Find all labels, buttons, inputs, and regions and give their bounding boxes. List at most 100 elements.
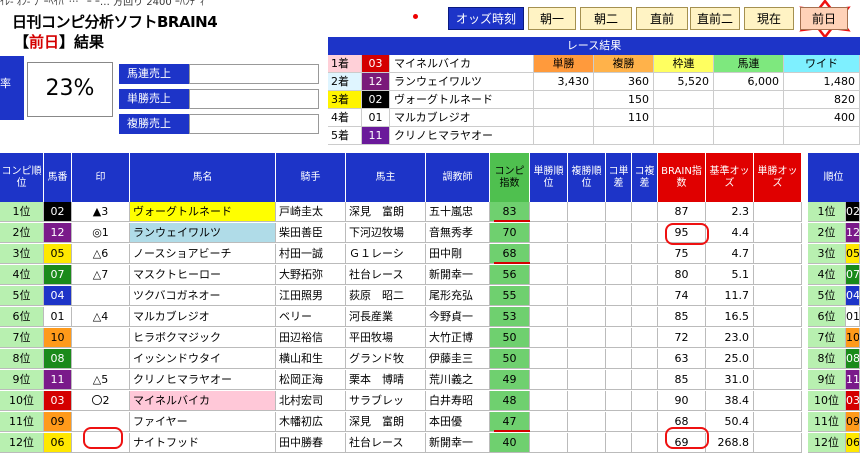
cell-compi-index: 50 [490,349,530,369]
cell-brain-index: 90 [658,391,706,411]
cell-co-tan-diff [606,307,632,327]
table-row[interactable]: 11位 09 ファイヤー 木幡初広 深見 富朗 本田優 47 68 50.4 11位 09 [0,412,860,432]
cell-compi-rank: 10位 [0,391,44,411]
status-dot [413,14,418,19]
cell-horse-name[interactable]: ランウェイワルツ [130,223,276,243]
table-row[interactable]: 9位 11 △5 クリノヒマラヤオー 松岡正海 栗本 博晴 荒川義之 49 85 31.0 9位 11 [0,370,860,390]
result-tansho-value [534,127,594,145]
cell-horse-name[interactable]: ファイヤー [130,412,276,432]
table-row[interactable]: 2位 12 ◎1 ランウェイワルツ 柴田善臣 下河辺牧場 音無秀孝 70 95 4.4 2位 12 [0,223,860,243]
cell-horse-num: 11 [44,370,72,390]
cell-base-odds: 4.7 [706,244,754,264]
tansho-sales-value [189,89,319,109]
cell-horse-name[interactable]: ヒラボクマジック [130,328,276,348]
header-tansho-odds: 単勝オッズ [754,153,802,202]
cell-owner: グランド牧 [346,349,426,369]
cell-fukusho-rank [568,307,606,327]
result-col-wide: ワイド [784,55,860,73]
result-horse-name: ヴォーグトルネード [390,91,534,109]
header-tansho-rank: 単勝順位 [530,153,568,202]
app-title: 日刊コンピ分析ソフトBRAIN4 [12,13,218,31]
table-row[interactable]: 7位 10 ヒラボクマジック 田辺裕信 平田牧場 大竹正博 50 72 23.0 7位 10 [0,328,860,348]
cell-tansho-rank [530,307,568,327]
cell-tansho-odds [754,202,802,222]
cell-jockey: 北村宏司 [276,391,346,411]
table-row[interactable]: 4位 07 △7 マスクトヒーロー 大野拓弥 社台レース 新開幸一 56 80 5.1 4位 07 [0,265,860,285]
cell-tansho-rank [530,223,568,243]
cell-trainer: 伊藤圭三 [426,349,490,369]
cell-rank: 4位 [808,265,846,285]
cell-rank-num: 12 [846,223,860,243]
cell-co-fuku-diff [632,265,658,285]
cell-compi-rank: 12位 [0,433,44,453]
cell-horse-name[interactable]: イッシンドウタイ [130,349,276,369]
header-base-odds: 基準オッズ [706,153,754,202]
cell-mark: △7 [72,265,130,285]
cell-horse-num: 02 [44,202,72,222]
fukusho-sales-button[interactable]: 複勝売上 [119,114,189,134]
cell-brain-index: 74 [658,286,706,306]
cell-rank-num: 11 [846,370,860,390]
cell-owner: サラブレッ [346,391,426,411]
cell-horse-name[interactable]: クリノヒマラヤオー [130,370,276,390]
odds-chokuzen2-button[interactable]: 直前二 [690,7,740,30]
cell-brain-index: 75 [658,244,706,264]
result-place: 1着 [328,55,362,73]
result-place: 4着 [328,109,362,127]
table-row[interactable]: 5位 04 ツクバコガネオー 江田照男 荻原 昭二 尾形充弘 55 74 11.7 5位 04 [0,286,860,306]
header-jockey: 騎手 [276,153,346,202]
cell-horse-name[interactable]: マイネルバイカ [130,391,276,411]
result-tansho-value [534,91,594,109]
cell-fukusho-rank [568,265,606,285]
odds-asani-button[interactable]: 朝二 [580,7,632,30]
cell-horse-num: 09 [44,412,72,432]
odds-asaichi-button[interactable]: 朝一 [528,7,576,30]
cell-trainer: 本田優 [426,412,490,432]
cell-horse-name[interactable]: ヴォーグトルネード [130,202,276,222]
result-wide-value: 400 [784,109,860,127]
cell-base-odds: 23.0 [706,328,754,348]
cell-horse-name[interactable]: マスクトヒーロー [130,265,276,285]
table-row[interactable]: 6位 01 △4 マルカブレジオ ベリー 河長産業 今野貞一 53 85 16.5 6位 01 [0,307,860,327]
cell-horse-name[interactable]: ナイトフッド [130,433,276,453]
cell-horse-num: 01 [44,307,72,327]
table-row[interactable]: 12位 06 ナイトフッド 田中勝春 社台レース 新開幸一 40 69 268.8 12位 06 [0,433,860,453]
result-col-wakuren: 枠連 [654,55,714,73]
odds-zenjitsu-button[interactable]: 前日 [800,7,848,30]
cell-fukusho-rank [568,244,606,264]
cell-jockey: ベリー [276,307,346,327]
cell-rank-num: 04 [846,286,860,306]
table-row[interactable]: 10位 03 〇2 マイネルバイカ 北村宏司 サラブレッ 白井寿昭 48 90 38.4 10位 03 [0,391,860,411]
cell-rank-num: 03 [846,391,860,411]
cell-brain-index: 72 [658,328,706,348]
cell-trainer: 荒川義之 [426,370,490,390]
header-compi-rank: コンピ順位 [0,153,44,202]
window-title-strip: ｲﾚ‐ ｵﾝ‐ ﾌﾟｰﾍｲﾊﾞ…ﾞ ｰ ｰ… 方回り 2400 ｰﾊﾝﾃﾞｨ [0,0,205,6]
tansho-sales-button[interactable]: 単勝売上 [119,89,189,109]
table-row[interactable]: 8位 08 イッシンドウタイ 横山和生 グランド牧 伊藤圭三 50 63 25.0 8位 08 [0,349,860,369]
cell-co-fuku-diff [632,328,658,348]
cell-horse-name[interactable]: ノースショアビーチ [130,244,276,264]
cell-owner: 平田牧場 [346,328,426,348]
result-umaren-value [714,109,784,127]
umaren-sales-button[interactable]: 馬連売上 [119,64,189,84]
cell-horse-name[interactable]: ツクバコガネオー [130,286,276,306]
cell-co-fuku-diff [632,202,658,222]
cell-compi-index: 70 [490,223,530,243]
brain-highlight-ring [665,427,709,449]
mark-highlight-ring [83,427,123,449]
race-result-row: 4着 01 マルカブレジオ 110 400 [328,109,860,127]
odds-genzai-button[interactable]: 現在 [744,7,794,30]
cell-compi-rank: 7位 [0,328,44,348]
cell-compi-index: 68 [490,244,530,264]
cell-jockey: 村田一誠 [276,244,346,264]
cell-tansho-rank [530,265,568,285]
table-row[interactable]: 1位 02 ▲3 ヴォーグトルネード 戸崎圭太 深見 富朗 五十嵐忠 83 87 2.3 1位 02 [0,202,860,222]
cell-horse-name[interactable]: マルカブレジオ [130,307,276,327]
table-row[interactable]: 3位 05 △6 ノースショアビーチ 村田一誠 Ｇ１レーシ 田中剛 68 75 4.7 3位 05 [0,244,860,264]
cell-co-tan-diff [606,244,632,264]
cell-compi-index: 48 [490,391,530,411]
cell-brain-index: 85 [658,307,706,327]
odds-chokuzen-button[interactable]: 直前 [636,7,688,30]
cell-tansho-odds [754,391,802,411]
